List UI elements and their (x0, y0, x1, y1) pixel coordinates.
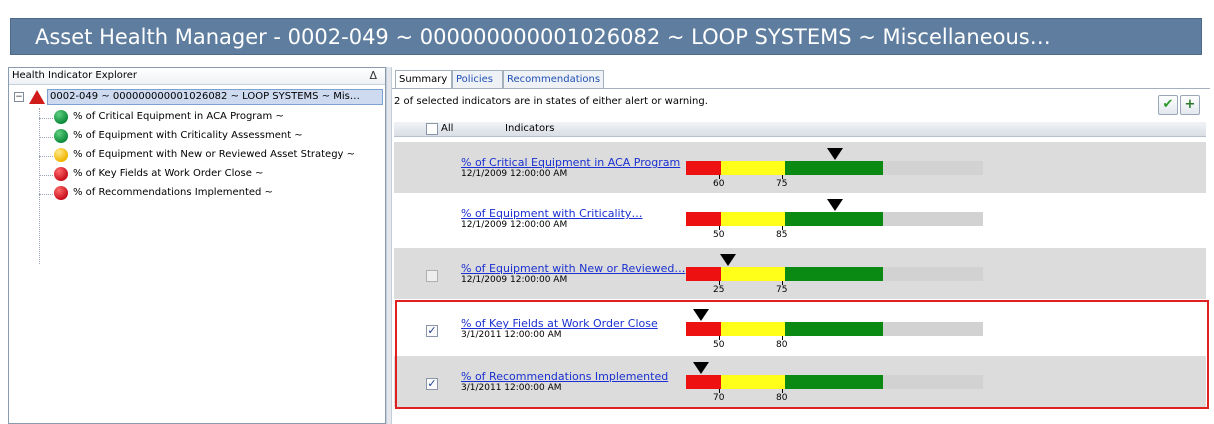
red-status-icon (54, 186, 68, 200)
gauge-tick-label: 75 (776, 285, 788, 295)
gauge-marker-icon (827, 148, 843, 160)
window-title: Asset Health Manager - 0002-049 ~ 000000… (10, 18, 1202, 55)
gauge-alert-zone (686, 161, 721, 175)
tree-item-label[interactable]: % of Key Fields at Work Order Close ~ (73, 168, 263, 179)
tree-item[interactable]: % of Equipment with New or Reviewed Asse… (39, 147, 385, 165)
tab-recommendations[interactable]: Recommendations (503, 70, 604, 88)
indicator-link[interactable]: % of Equipment with Criticality… (461, 207, 642, 220)
indicator-link[interactable]: % of Equipment with New or Reviewed… (461, 262, 685, 275)
green-status-icon (54, 110, 68, 124)
indicator-row[interactable]: % of Equipment with Criticality… 12/1/200… (394, 193, 1206, 244)
gauge-warning-zone (721, 267, 785, 281)
indicator-timestamp: 12/1/2009 12:00:00 AM (461, 220, 568, 230)
indicator-timestamp: 12/1/2009 12:00:00 AM (461, 275, 568, 285)
gauge-tick-label: 50 (713, 230, 725, 240)
gauge-warning-zone (721, 161, 785, 175)
tree-item[interactable]: % of Critical Equipment in ACA Program ~ (39, 109, 385, 127)
select-all-checkbox[interactable] (426, 123, 438, 135)
tree-item[interactable]: % of Equipment with Criticality Assessme… (39, 128, 385, 146)
tree-connector (39, 156, 53, 157)
indicator-gauge: 60 75 (686, 148, 983, 193)
gauge-marker-icon (827, 199, 843, 211)
status-message: 2 of selected indicators are in states o… (394, 96, 708, 107)
gauge-tick-label: 75 (776, 179, 788, 189)
indicator-gauge: 25 75 (686, 254, 983, 299)
tree-connector (39, 118, 53, 119)
select-all-label: All (441, 123, 454, 134)
health-indicator-explorer: Health Indicator Explorer Δ − 0002-049 ~… (8, 67, 386, 424)
tree-item[interactable]: % of Recommendations Implemented ~ (39, 185, 385, 203)
indicator-row[interactable]: % of Equipment with New or Reviewed… 12/1… (394, 248, 1206, 299)
indicator-checkbox (426, 270, 438, 282)
green-status-icon (54, 129, 68, 143)
tab-policies[interactable]: Policies (452, 70, 503, 88)
indicator-list-header: All Indicators (394, 122, 1206, 137)
gauge-normal-zone (785, 212, 883, 226)
collapse-icon[interactable]: − (14, 92, 24, 102)
gauge-normal-zone (785, 161, 883, 175)
gauge-marker-icon (720, 254, 736, 266)
tree-connector (39, 194, 53, 195)
indicator-row[interactable]: % of Critical Equipment in ACA Program 12… (394, 142, 1206, 193)
tree-item-label[interactable]: % of Equipment with Criticality Assessme… (73, 130, 303, 141)
tree-root-node[interactable]: − 0002-049 ~ 000000000001026082 ~ LOOP S… (9, 88, 385, 106)
gauge-alert-zone (686, 212, 721, 226)
tree-root-label[interactable]: 0002-049 ~ 000000000001026082 ~ LOOP SYS… (47, 89, 383, 105)
tree-item-label[interactable]: % of Critical Equipment in ACA Program ~ (73, 111, 284, 122)
tree-connector (39, 175, 53, 176)
highlight-frame (395, 300, 1209, 409)
alert-triangle-icon (29, 90, 45, 104)
gauge-alert-zone (686, 267, 721, 281)
sort-triangle-icon[interactable]: Δ (369, 68, 377, 84)
explorer-title: Health Indicator Explorer (12, 70, 138, 81)
tab-divider (392, 88, 1210, 89)
indicator-gauge: 50 85 (686, 199, 983, 244)
accept-check-button[interactable]: ✔ (1158, 95, 1178, 115)
tab-summary[interactable]: Summary (395, 70, 452, 89)
tree-connector (39, 137, 53, 138)
gauge-tick-label: 85 (776, 230, 788, 240)
red-status-icon (54, 167, 68, 181)
gauge-normal-zone (785, 267, 883, 281)
indicators-column-header[interactable]: Indicators (505, 122, 554, 136)
tree-item-label[interactable]: % of Recommendations Implemented ~ (73, 187, 273, 198)
add-indicator-button[interactable]: + (1180, 95, 1200, 115)
gauge-tick-label: 60 (713, 179, 725, 189)
tree-item[interactable]: % of Key Fields at Work Order Close ~ (39, 166, 385, 184)
tree-item-label[interactable]: % of Equipment with New or Reviewed Asse… (73, 149, 355, 160)
gauge-warning-zone (721, 212, 785, 226)
gauge-tick-label: 25 (713, 285, 725, 295)
yellow-status-icon (54, 148, 68, 162)
explorer-header[interactable]: Health Indicator Explorer Δ (9, 68, 385, 85)
indicator-timestamp: 12/1/2009 12:00:00 AM (461, 169, 568, 179)
indicator-link[interactable]: % of Critical Equipment in ACA Program (461, 156, 680, 169)
